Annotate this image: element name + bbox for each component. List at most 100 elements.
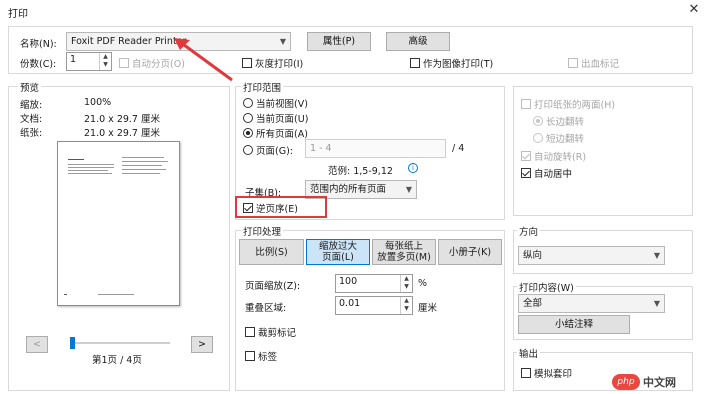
bleed-marks-option[interactable]: 出血标记: [568, 56, 619, 70]
chevron-down-icon: ▼: [279, 37, 286, 46]
output-label: 输出: [517, 346, 541, 360]
summarize-comments-button[interactable]: 小结注释: [518, 315, 630, 334]
page-preview: [57, 141, 180, 306]
mode-multiple-line2: 放置多页(M): [377, 252, 431, 263]
page-slider-thumb[interactable]: [70, 337, 75, 349]
advanced-button[interactable]: 高级: [386, 32, 450, 51]
bleed-marks-checkbox[interactable]: [568, 58, 578, 68]
spin-updown-icon[interactable]: ▲ ▼: [400, 297, 412, 314]
all-pages-option[interactable]: 所有页面(A): [243, 126, 308, 140]
mode-scale-label: 比例(S): [255, 246, 288, 258]
auto-center-checkbox[interactable]: [521, 168, 531, 178]
reverse-order-label: 逆页序(E): [256, 204, 298, 215]
current-page-option[interactable]: 当前页面(U): [243, 111, 308, 125]
cut-marks-checkbox[interactable]: [245, 327, 255, 337]
all-pages-label: 所有页面(A): [256, 129, 308, 140]
current-view-label: 当前视图(V): [256, 99, 308, 110]
spin-updown-icon[interactable]: ▲ ▼: [400, 275, 412, 292]
long-edge-label: 长边翻转: [546, 117, 585, 128]
pages-input[interactable]: 1 - 4: [305, 139, 446, 158]
all-pages-radio[interactable]: [243, 128, 253, 138]
mode-booklet-button[interactable]: 小册子(K): [438, 239, 502, 265]
current-page-label: 当前页面(U): [256, 114, 309, 125]
orientation-select-value: 纵向: [523, 250, 543, 261]
prev-page-button[interactable]: <: [26, 336, 48, 353]
copies-stepper[interactable]: 1 ▲ ▼: [66, 52, 112, 71]
current-page-radio[interactable]: [243, 113, 253, 123]
collate-label: 自动分页(O): [132, 59, 185, 70]
pages-radio[interactable]: [243, 145, 253, 155]
print-as-image-checkbox[interactable]: [410, 58, 420, 68]
spin-updown-icon[interactable]: ▲ ▼: [99, 53, 111, 70]
print-content-label: 打印内容(W): [517, 280, 576, 294]
mode-fit-line2: 页面(L): [322, 252, 354, 263]
bleed-marks-label: 出血标记: [581, 59, 620, 70]
current-view-radio[interactable]: [243, 98, 253, 108]
page-slider-track[interactable]: [70, 342, 170, 344]
overlap-value: 0.01: [339, 298, 361, 309]
both-sides-checkbox[interactable]: [521, 99, 531, 109]
page-scale-unit: %: [418, 278, 428, 289]
long-edge-radio[interactable]: [533, 116, 543, 126]
pages-option[interactable]: 页面(G):: [243, 143, 293, 157]
page-scale-stepper[interactable]: 100 ▲ ▼: [335, 274, 413, 293]
short-edge-option[interactable]: 短边翻转: [533, 131, 584, 145]
both-sides-option[interactable]: 打印纸张的两面(H): [521, 97, 615, 111]
orientation-select[interactable]: 纵向 ▼: [518, 246, 665, 265]
print-content-select[interactable]: 全部 ▼: [518, 294, 665, 313]
page-scale-label: 页面缩放(Z):: [245, 281, 301, 292]
auto-rotate-option[interactable]: 自动旋转(R): [521, 149, 586, 163]
reverse-order-checkbox[interactable]: [243, 203, 253, 213]
labels-option[interactable]: 标签: [245, 349, 277, 363]
watermark: php 中文网: [612, 374, 676, 390]
auto-rotate-checkbox[interactable]: [521, 151, 531, 161]
preview-group-label: 预览: [18, 80, 42, 94]
simulate-overprint-label: 模拟套印: [534, 369, 573, 380]
document-size-label: 文档:: [20, 114, 43, 125]
subset-select-value: 范围内的所有页面: [310, 184, 387, 195]
auto-rotate-label: 自动旋转(R): [534, 152, 587, 163]
mode-multiple-line1: 每张纸上: [384, 241, 423, 252]
grayscale-option[interactable]: 灰度打印(I): [242, 56, 303, 70]
next-page-button[interactable]: >: [191, 336, 213, 353]
long-edge-option[interactable]: 长边翻转: [533, 114, 584, 128]
pages-total: / 4: [452, 143, 465, 154]
mode-booklet-label: 小册子(K): [448, 246, 492, 258]
collate-option[interactable]: 自动分页(O): [119, 56, 185, 70]
mode-fit-line1: 缩放过大: [318, 241, 357, 252]
grayscale-checkbox[interactable]: [242, 58, 252, 68]
simulate-overprint-option[interactable]: 模拟套印: [521, 366, 572, 380]
mode-scale-button[interactable]: 比例(S): [239, 239, 304, 265]
chevron-down-icon: ▼: [405, 185, 412, 194]
chevron-down-icon: ▼: [653, 299, 660, 308]
print-as-image-option[interactable]: 作为图像打印(T): [410, 56, 493, 70]
grayscale-label: 灰度打印(I): [255, 59, 304, 70]
auto-center-option[interactable]: 自动居中: [521, 166, 572, 180]
cut-marks-label: 裁剪标记: [258, 328, 297, 339]
close-icon[interactable]: ✕: [686, 2, 702, 18]
printer-name-label: 名称(N):: [20, 39, 57, 50]
auto-center-label: 自动居中: [534, 169, 573, 180]
overlap-stepper[interactable]: 0.01 ▲ ▼: [335, 296, 413, 315]
scale-label: 缩放:: [20, 100, 43, 111]
copies-label: 份数(C):: [20, 59, 57, 70]
print-range-label: 打印范围: [241, 80, 284, 94]
properties-button[interactable]: 属性(P): [307, 32, 371, 51]
both-sides-label: 打印纸张的两面(H): [534, 100, 616, 111]
current-view-option[interactable]: 当前视图(V): [243, 96, 308, 110]
mode-fit-button[interactable]: 缩放过大 页面(L): [306, 239, 370, 265]
info-icon[interactable]: i: [408, 163, 418, 173]
mode-multiple-button[interactable]: 每张纸上 放置多页(M): [372, 239, 436, 265]
collate-checkbox[interactable]: [119, 58, 129, 68]
chevron-down-icon: ▼: [653, 251, 660, 260]
overlap-unit: 厘米: [418, 303, 438, 314]
labels-checkbox[interactable]: [245, 351, 255, 361]
watermark-logo: php: [612, 374, 640, 390]
simulate-overprint-checkbox[interactable]: [521, 368, 531, 378]
reverse-order-option[interactable]: 逆页序(E): [243, 201, 298, 215]
print-content-select-value: 全部: [523, 298, 543, 309]
short-edge-radio[interactable]: [533, 133, 543, 143]
cut-marks-option[interactable]: 裁剪标记: [245, 325, 296, 339]
pages-label: 页面(G):: [256, 146, 294, 157]
document-size-value: 21.0 x 29.7 厘米: [84, 114, 160, 125]
